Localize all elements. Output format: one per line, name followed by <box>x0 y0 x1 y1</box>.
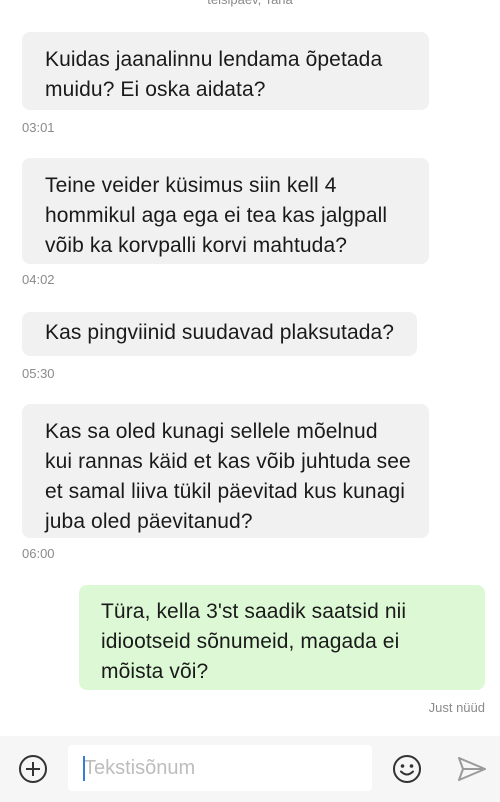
plus-circle-icon[interactable] <box>18 754 48 784</box>
message-line: mõista või? <box>101 660 209 683</box>
message-bubble-outgoing[interactable]: Türa, kella 3'st saadik saatsid nii idio… <box>79 585 485 690</box>
message-line: muidu? Ei oska aidata? <box>45 78 266 101</box>
message-timestamp: 05:30 <box>22 366 55 381</box>
text-caret <box>83 756 85 781</box>
message-bubble-incoming[interactable]: Kas sa oled kunagi sellele mõelnud kui r… <box>22 404 429 538</box>
send-icon[interactable] <box>457 756 487 782</box>
date-header: teisipäev, Tana <box>0 0 500 8</box>
message-line: idiootseid sõnumeid, magada ei <box>101 630 400 653</box>
message-input[interactable] <box>84 745 364 791</box>
message-line: juba oled päevitanud? <box>45 510 253 533</box>
message-line: Teine veider küsimus siin kell 4 <box>45 174 337 197</box>
smiley-icon[interactable] <box>392 754 422 784</box>
message-line: võib ka korvpalli korvi mahtuda? <box>45 234 348 257</box>
message-line: kui rannas käid et kas võib juhtuda see <box>45 450 411 473</box>
message-status: Just nüüd <box>428 700 485 715</box>
message-line: et samal liiva tükil päevitad kus kunagi <box>45 480 406 503</box>
message-bubble-incoming[interactable]: Kas pingviinid suudavad plaksutada? <box>22 312 417 356</box>
message-line: hommikul aga ega ei tea kas jalgpall <box>45 204 388 227</box>
message-input-box[interactable] <box>68 745 372 791</box>
message-line: Kas sa oled kunagi sellele mõelnud <box>45 420 378 443</box>
message-line: Türa, kella 3'st saadik saatsid nii <box>101 600 407 623</box>
composer-bar <box>0 736 500 802</box>
message-timestamp: 06:00 <box>22 546 55 561</box>
message-bubble-incoming[interactable]: Teine veider küsimus siin kell 4 hommiku… <box>22 158 429 264</box>
conversation-screen: teisipäev, Tana Kuidas jaanalinnu lendam… <box>0 0 500 802</box>
message-timestamp: 03:01 <box>22 120 55 135</box>
message-line: Kas pingviinid suudavad plaksutada? <box>45 321 395 344</box>
message-timestamp: 04:02 <box>22 272 55 287</box>
message-bubble-incoming[interactable]: Kuidas jaanalinnu lendama õpetada muidu?… <box>22 32 429 110</box>
message-line: Kuidas jaanalinnu lendama õpetada <box>45 48 383 71</box>
